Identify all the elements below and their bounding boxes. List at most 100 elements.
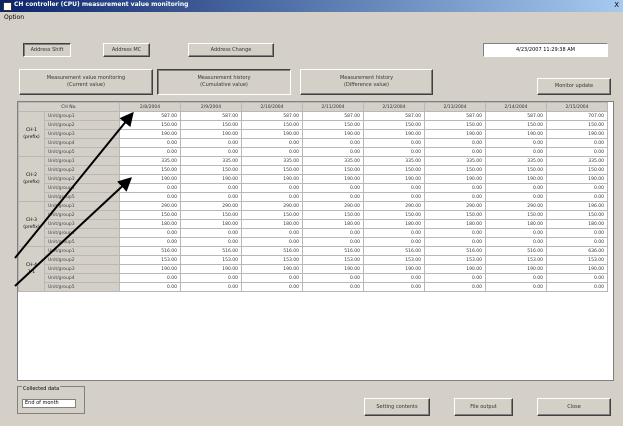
value-cell: 153.00 — [424, 255, 486, 265]
value-cell: 290.00 — [119, 201, 181, 211]
value-cell: 153.00 — [546, 255, 608, 265]
tab-current-value[interactable]: Measurement value monitoring (Current va… — [19, 69, 153, 95]
value-cell: 190.00 — [119, 264, 181, 274]
ch-label: CH-1 — [25, 128, 37, 133]
table-row: Unit/group2 150.00 150.00 150.00 150.00 150.0… — [19, 120, 608, 130]
unit-cell: Unit/group2 — [44, 120, 120, 130]
value-cell: 150.00 — [241, 210, 303, 220]
close-button[interactable]: Close — [537, 398, 611, 416]
value-cell: 0.00 — [485, 138, 547, 148]
value-cell: 0.00 — [180, 237, 242, 247]
table-row: Unit/group3 180.00 180.00 180.00 180.00 180.0… — [19, 219, 608, 229]
table-row: Unit/group3 190.00 190.00 190.00 190.00 190.0… — [19, 264, 608, 274]
value-cell: 0.00 — [363, 183, 425, 193]
value-cell: 0.00 — [241, 237, 303, 247]
value-cell: 190.00 — [119, 174, 181, 184]
value-cell: 0.00 — [485, 237, 547, 247]
table-header-row: CH No. 2/8/2004 2/9/2004 2/10/2004 2/11/200… — [18, 102, 608, 112]
value-cell: 335.00 — [180, 156, 242, 166]
table-row: Unit/group3 190.00 190.00 190.00 190.00 190.0… — [19, 174, 608, 184]
table-row: Unit/group4 0.00 0.00 0.00 0.00 0.00 0.00 0.00 0… — [19, 273, 608, 283]
value-cell: 0.00 — [302, 228, 364, 238]
value-cell: 180.00 — [119, 219, 181, 229]
value-cell: 0.00 — [424, 183, 486, 193]
address-change-button[interactable]: Address Change — [188, 43, 274, 57]
value-cell: 0.00 — [485, 273, 547, 283]
value-cell: 0.00 — [546, 237, 608, 247]
address-mc-button[interactable]: Address MC — [103, 43, 150, 57]
file-output-button[interactable]: File output — [454, 398, 513, 416]
tab-difference-value[interactable]: Measurement history (Difference value) — [300, 69, 433, 95]
value-cell: 0.00 — [424, 192, 486, 202]
value-cell: 180.00 — [485, 219, 547, 229]
title-bar: CH controller (CPU) measurement value mo… — [0, 0, 623, 12]
value-cell: 0.00 — [180, 192, 242, 202]
value-cell: 0.00 — [180, 183, 242, 193]
value-cell: 0.00 — [363, 282, 425, 292]
setting-contents-button[interactable]: Setting contents — [364, 398, 430, 416]
value-cell: 335.00 — [546, 156, 608, 166]
unit-cell: Unit/group3 — [44, 219, 120, 229]
tab-current-line1: Measurement value monitoring — [46, 75, 126, 81]
value-cell: 190.00 — [241, 264, 303, 274]
unit-cell: Unit/group2 — [44, 210, 120, 220]
tab-cumulative-value[interactable]: Measurement history (Cumulative value) — [157, 69, 291, 95]
date-header: 2/13/2004 — [424, 102, 486, 112]
ch-label: CH-3 — [25, 218, 37, 223]
value-cell: 190.00 — [424, 174, 486, 184]
value-cell: 290.00 — [424, 201, 486, 211]
unit-cell: Unit/group5 — [44, 282, 120, 292]
measurement-history-table: CH No. 2/8/2004 2/9/2004 2/10/2004 2/11/200… — [17, 101, 614, 381]
unit-cell: Unit/group2 — [44, 255, 120, 265]
value-cell: 0.00 — [424, 237, 486, 247]
table-row: Unit/group4 0.00 0.00 0.00 0.00 0.00 0.00 0.00 0… — [19, 228, 608, 238]
collected-data-field[interactable]: End of month — [22, 399, 76, 408]
table-body: CH-1 (prefix) Unit/group1 587.00 587.00 587.0… — [18, 111, 608, 292]
value-cell: 0.00 — [302, 192, 364, 202]
value-cell: 335.00 — [424, 156, 486, 166]
table-row: CH-3 (prefix) Unit/group1 290.00 290.00 290.0… — [18, 201, 608, 247]
menu-option[interactable]: Option — [4, 14, 24, 21]
value-cell: 0.00 — [180, 273, 242, 283]
value-cell: 150.00 — [241, 165, 303, 175]
value-cell: 190.00 — [363, 264, 425, 274]
value-cell: 190.00 — [546, 174, 608, 184]
value-cell: 0.00 — [546, 273, 608, 283]
value-cell: 150.00 — [546, 165, 608, 175]
value-cell: 0.00 — [302, 237, 364, 247]
value-cell: 516.00 — [119, 246, 181, 256]
address-shift-button[interactable]: Address Shift — [23, 43, 71, 57]
value-cell: 150.00 — [119, 120, 181, 130]
value-cell: 0.00 — [485, 192, 547, 202]
close-icon[interactable]: X — [614, 1, 619, 9]
value-cell: 0.00 — [241, 192, 303, 202]
value-cell: 180.00 — [363, 219, 425, 229]
collected-data-label: Collected data — [22, 386, 61, 392]
value-cell: 190.00 — [241, 129, 303, 139]
tab-difference-line2: (Difference value) — [344, 82, 389, 88]
value-cell: 150.00 — [180, 210, 242, 220]
table-row: CH-2 (prefix) Unit/group1 335.00 335.00 335.0… — [18, 156, 608, 202]
table-row: Unit/group5 0.00 0.00 0.00 0.00 0.00 0.00 0.00 0… — [19, 282, 608, 292]
value-cell: 0.00 — [363, 138, 425, 148]
value-cell: 0.00 — [180, 282, 242, 292]
unit-cell: Unit/group2 — [44, 165, 120, 175]
value-cell: 190.00 — [363, 174, 425, 184]
tab-difference-line1: Measurement history — [339, 75, 394, 81]
window-title: CH controller (CPU) measurement value mo… — [14, 1, 189, 8]
value-cell: 0.00 — [302, 282, 364, 292]
date-header: 2/8/2004 — [119, 102, 181, 112]
monitor-update-button[interactable]: Monitor update — [537, 78, 611, 95]
value-cell: 0.00 — [424, 282, 486, 292]
value-cell: 180.00 — [302, 219, 364, 229]
value-cell: 190.00 — [485, 264, 547, 274]
value-cell: 0.00 — [241, 273, 303, 283]
unit-cell: Unit/group1 — [44, 246, 120, 256]
table-row: Unit/group5 0.00 0.00 0.00 0.00 0.00 0.00 0.00 0… — [19, 237, 608, 247]
unit-cell: Unit/group4 — [44, 138, 120, 148]
date-header: 2/15/2004 — [546, 102, 608, 112]
value-cell: 0.00 — [424, 138, 486, 148]
unit-cell: Unit/group1 — [44, 201, 120, 211]
value-cell: 0.00 — [241, 183, 303, 193]
value-cell: 0.00 — [546, 138, 608, 148]
